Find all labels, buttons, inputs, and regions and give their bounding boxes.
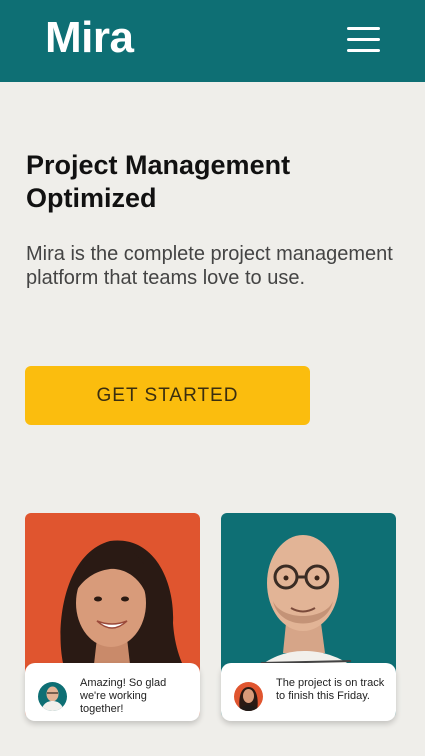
testimonial-bubble-2: The project is on track to finish this F… [221,663,396,721]
man-with-glasses-avatar [38,682,67,711]
logo[interactable]: Mira [45,12,134,64]
hero-title: Project Management Optimized [26,150,291,213]
hero-subtitle: Mira is the complete project management … [26,243,393,289]
testimonial-bubble-1: Amazing! So glad we're working together! [25,663,200,721]
testimonial-quote-2: The project is on track to finish this F… [276,677,385,702]
get-started-button[interactable]: GET STARTED [25,366,310,425]
hamburger-menu-icon[interactable] [344,24,384,56]
testimonial-quote-1: Amazing! So glad we're working together! [80,677,167,715]
woman-dark-hair-avatar [234,682,263,711]
site-header: Mira [0,0,425,82]
